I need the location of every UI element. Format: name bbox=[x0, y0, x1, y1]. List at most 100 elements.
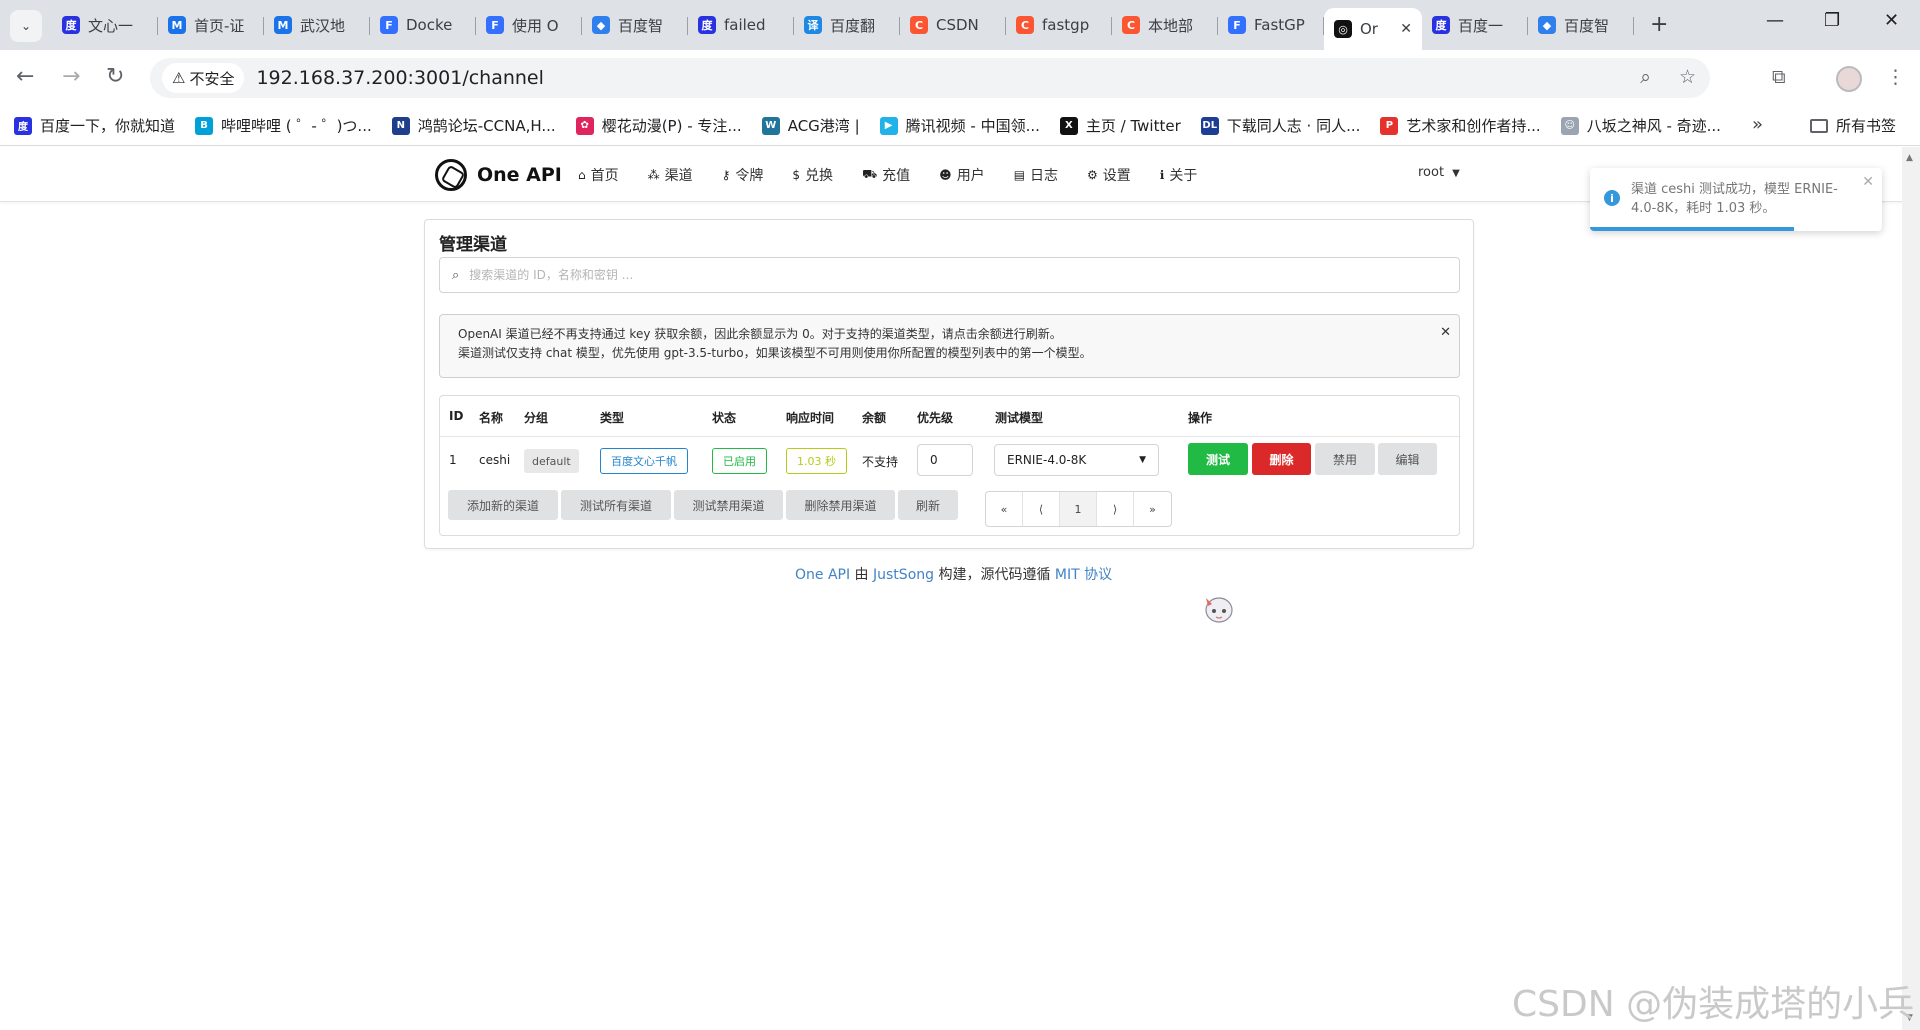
browser-tab[interactable]: 译百度翻 bbox=[794, 8, 900, 42]
toast-notification[interactable]: i 渠道 ceshi 测试成功，模型 ERNIE-4.0-8K，耗时 1.03 … bbox=[1590, 168, 1882, 231]
col-status[interactable]: 状态 bbox=[712, 409, 736, 426]
menu-item-log[interactable]: ▤ 日志 bbox=[1014, 165, 1058, 185]
col-response-time[interactable]: 响应时间 bbox=[786, 409, 834, 426]
col-priority[interactable]: 优先级 bbox=[917, 409, 953, 426]
oneapi-link[interactable]: One API bbox=[795, 567, 850, 583]
edit-button[interactable]: 编辑 bbox=[1378, 443, 1437, 475]
menu-item-token[interactable]: ⚷ 令牌 bbox=[722, 165, 764, 185]
bookmark-item[interactable]: ▶ 腾讯视频 - 中国领... bbox=[879, 115, 1040, 136]
scroll-up-icon[interactable]: ▲ bbox=[1906, 153, 1913, 163]
bookmark-label: 鸿鹄论坛-CCNA,H... bbox=[417, 117, 556, 135]
minimize-icon[interactable]: — bbox=[1766, 10, 1784, 31]
profile-avatar[interactable] bbox=[1836, 66, 1862, 92]
col-test-model[interactable]: 测试模型 bbox=[995, 409, 1043, 426]
forward-icon[interactable]: → bbox=[62, 64, 80, 89]
new-tab-button[interactable]: + bbox=[1650, 12, 1668, 37]
page-scrollbar[interactable]: ▲ ▼ bbox=[1902, 147, 1920, 1030]
bookmark-item[interactable]: 度百度一下，你就知道 bbox=[14, 115, 175, 136]
col-balance[interactable]: 余额 bbox=[862, 409, 886, 426]
bookmark-label: 哔哩哔哩 ( ゜- ゜)つ... bbox=[221, 117, 372, 135]
browser-tab[interactable]: C CSDN bbox=[900, 8, 1006, 42]
browser-tab[interactable]: F Docke bbox=[370, 8, 476, 42]
test-disabled-button[interactable]: 测试禁用渠道 bbox=[674, 490, 783, 520]
browser-menu-icon[interactable]: ⋮ bbox=[1886, 66, 1905, 88]
menu-item-home[interactable]: ⌂ 首页 bbox=[578, 165, 619, 185]
menu-item-setting[interactable]: ⚙ 设置 bbox=[1087, 165, 1131, 185]
zoom-icon[interactable]: ⌕ bbox=[1640, 66, 1651, 88]
page-1-button[interactable]: 1 bbox=[1060, 492, 1097, 526]
security-chip[interactable]: ⚠ 不安全 bbox=[162, 63, 245, 93]
menu-item-user[interactable]: ☻ 用户 bbox=[939, 165, 985, 185]
more-bookmarks-icon[interactable]: » bbox=[1752, 114, 1763, 135]
notice-line-2: 渠道测试仅支持 chat 模型，优先使用 gpt-3.5-turbo，如果该模型… bbox=[458, 346, 1092, 360]
test-button[interactable]: 测试 bbox=[1188, 443, 1248, 475]
bookmark-item[interactable]: W ACG港湾 | bbox=[761, 115, 860, 136]
reload-icon[interactable]: ↻ bbox=[106, 64, 124, 89]
menu-item-about[interactable]: ℹ 关于 bbox=[1160, 165, 1198, 185]
browser-tab[interactable]: Cfastgp bbox=[1006, 8, 1112, 42]
toast-close-icon[interactable]: ✕ bbox=[1862, 174, 1874, 190]
menu-item-redeem[interactable]: $ 兑换 bbox=[792, 165, 833, 185]
restore-icon[interactable]: ❐ bbox=[1824, 10, 1840, 31]
menu-item-label: 首页 bbox=[590, 168, 619, 184]
refresh-button[interactable]: 刷新 bbox=[898, 490, 958, 520]
cell-balance[interactable]: 不支持 bbox=[862, 453, 898, 470]
browser-tab[interactable]: ◎ Or ✕ bbox=[1324, 8, 1422, 50]
browser-tab[interactable]: 度百度一 bbox=[1422, 8, 1528, 42]
col-group[interactable]: 分组 bbox=[524, 409, 548, 426]
user-menu[interactable]: root ▼ bbox=[1418, 165, 1460, 180]
col-name[interactable]: 名称 bbox=[479, 409, 503, 426]
browser-tab[interactable]: F 使用 O bbox=[476, 8, 582, 42]
search-icon: ⌕ bbox=[452, 267, 460, 283]
browser-tab[interactable]: M 首页-证 bbox=[158, 8, 264, 42]
browser-tab[interactable]: C 本地部 bbox=[1112, 8, 1218, 42]
search-input[interactable] bbox=[469, 268, 1430, 282]
bookmark-item[interactable]: ✿ 樱花动漫(P) - 专注... bbox=[575, 115, 742, 136]
bookmark-label: 艺术家和创作者持... bbox=[1406, 117, 1541, 135]
disable-button[interactable]: 禁用 bbox=[1315, 443, 1375, 475]
bookmark-item[interactable]: ☺ 八坂之神风 - 奇迹... bbox=[1560, 115, 1721, 136]
bookmark-item[interactable]: DL 下载同人志 · 同人... bbox=[1200, 115, 1360, 136]
mit-license-link[interactable]: MIT 协议 bbox=[1055, 567, 1112, 583]
justsong-link[interactable]: JustSong bbox=[873, 567, 934, 583]
browser-tab[interactable]: 度 failed bbox=[688, 8, 794, 42]
bookmark-item[interactable]: B 哔哩哔哩 ( ゜- ゜)つ... bbox=[195, 115, 372, 136]
bookmark-label: 八坂之神风 - 奇迹... bbox=[1586, 117, 1721, 135]
delete-button[interactable]: 删除 bbox=[1252, 443, 1311, 475]
next-page-button[interactable]: ⟩ bbox=[1097, 492, 1134, 526]
bookmark-star-icon[interactable]: ☆ bbox=[1679, 66, 1696, 88]
prev-page-button[interactable]: ⟨ bbox=[1023, 492, 1060, 526]
col-type[interactable]: 类型 bbox=[600, 409, 624, 426]
last-page-button[interactable]: » bbox=[1134, 492, 1171, 526]
menu-item-channel[interactable]: ⁂ 渠道 bbox=[648, 165, 693, 185]
footer-text-1: 由 bbox=[850, 567, 874, 583]
tab-favicon-icon: 度 bbox=[698, 16, 716, 34]
channel-search[interactable]: ⌕ bbox=[439, 257, 1460, 293]
first-page-button[interactable]: « bbox=[986, 492, 1023, 526]
bookmark-item[interactable]: N 鸿鹄论坛-CCNA,H... bbox=[391, 115, 556, 136]
tab-search-button[interactable]: ⌄ bbox=[10, 10, 42, 42]
notice-close-icon[interactable]: ✕ bbox=[1440, 323, 1451, 342]
bookmark-item[interactable]: P 艺术家和创作者持... bbox=[1380, 115, 1541, 136]
menu-item-topup[interactable]: ⛟ 充值 bbox=[862, 165, 910, 185]
browser-tab[interactable]: F FastGP bbox=[1218, 8, 1324, 42]
address-bar[interactable]: ⚠ 不安全 192.168.37.200:3001/channel ⌕ ☆ bbox=[150, 58, 1710, 98]
add-channel-button[interactable]: 添加新的渠道 bbox=[448, 490, 558, 520]
brand[interactable]: One API bbox=[435, 159, 562, 191]
browser-tab[interactable]: 度文心一 bbox=[52, 8, 158, 42]
browser-tab[interactable]: ◆ 百度智 bbox=[1528, 8, 1634, 42]
bookmark-item[interactable]: X 主页 / Twitter bbox=[1059, 115, 1181, 136]
extensions-icon[interactable]: ⧉ bbox=[1772, 66, 1786, 88]
priority-input[interactable]: 0 bbox=[917, 444, 973, 476]
close-window-icon[interactable]: ✕ bbox=[1884, 10, 1899, 31]
back-icon[interactable]: ← bbox=[16, 64, 34, 89]
tab-close-icon[interactable]: ✕ bbox=[1400, 21, 1412, 37]
url-text[interactable]: 192.168.37.200:3001/channel bbox=[256, 67, 543, 89]
test-all-button[interactable]: 测试所有渠道 bbox=[561, 490, 671, 520]
all-bookmarks-folder[interactable]: 所有书签 bbox=[1810, 115, 1896, 136]
browser-tab[interactable]: ◆ 百度智 bbox=[582, 8, 688, 42]
browser-tab[interactable]: M 武汉地 bbox=[264, 8, 370, 42]
delete-disabled-button[interactable]: 删除禁用渠道 bbox=[786, 490, 895, 520]
test-model-select[interactable]: ERNIE-4.0-8K ▼ bbox=[994, 444, 1159, 476]
col-id[interactable]: ID bbox=[449, 409, 463, 423]
